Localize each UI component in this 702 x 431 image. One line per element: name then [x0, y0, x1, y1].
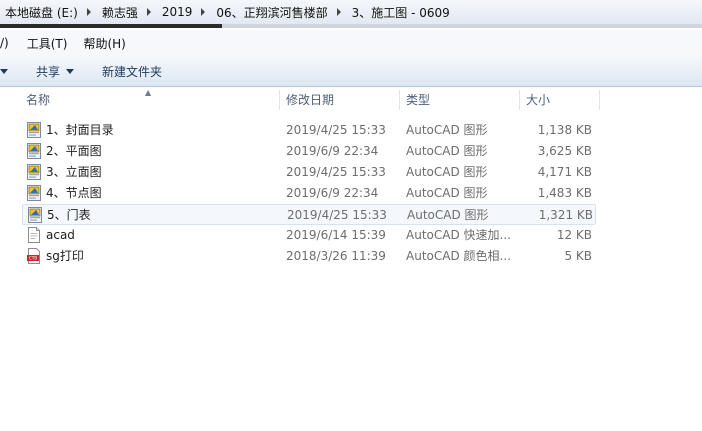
breadcrumb-current[interactable]: 3、施工图 - 0609 — [347, 4, 453, 21]
breadcrumb-separator-icon[interactable] — [336, 8, 341, 16]
file-row[interactable]: 3、立面图 2019/4/25 15:33 AutoCAD 图形 4,171 K… — [22, 162, 596, 183]
file-size: 5 KB — [564, 249, 592, 263]
chevron-down-icon — [66, 68, 75, 74]
file-modified: 2019/6/14 15:39 — [286, 228, 386, 242]
file-type: AutoCAD 图形 — [406, 165, 488, 179]
file-row[interactable]: acad 2019/6/14 15:39 AutoCAD 快速加... 12 K… — [22, 225, 596, 246]
file-row[interactable]: CTB sg打印 2018/3/26 11:39 AutoCAD 颜色相... … — [22, 246, 596, 267]
address-bar-divider — [222, 24, 702, 28]
file-name: 5、门表 — [47, 208, 91, 222]
file-type: AutoCAD 图形 — [406, 144, 488, 158]
file-type: AutoCAD 快速加... — [406, 228, 511, 242]
menu-item-tools[interactable]: 工具(T) — [21, 35, 74, 52]
dwg-file-icon — [27, 143, 41, 159]
dwg-file-icon — [28, 207, 42, 223]
column-header-name[interactable]: 名称 — [20, 88, 280, 112]
dwg-file-icon — [27, 122, 41, 138]
command-bar: 共享 新建文件夹 — [0, 56, 702, 87]
file-modified: 2019/6/9 22:34 — [286, 144, 379, 158]
file-row-selected[interactable]: 5、门表 2019/4/25 15:33 AutoCAD 图形 1,321 KB — [22, 204, 596, 225]
breadcrumb-separator-icon[interactable] — [201, 8, 206, 16]
file-row[interactable]: 2、平面图 2019/6/9 22:34 AutoCAD 图形 3,625 KB — [22, 141, 596, 162]
file-name: 2、平面图 — [46, 144, 102, 158]
file-name: 3、立面图 — [46, 165, 102, 179]
file-modified: 2019/4/25 15:33 — [286, 165, 386, 179]
menu-bar: /) 工具(T) 帮助(H) — [0, 30, 702, 57]
breadcrumb-year[interactable]: 2019 — [157, 5, 196, 19]
file-size: 1,321 KB — [538, 208, 593, 222]
address-bar-shadow — [0, 24, 222, 28]
file-row[interactable]: 1、封面目录 2019/4/25 15:33 AutoCAD 图形 1,138 … — [22, 120, 596, 141]
ctb-file-icon: CTB — [27, 248, 40, 264]
breadcrumb-user[interactable]: 赖志强 — [97, 4, 141, 21]
column-header-size[interactable]: 大小 — [520, 88, 600, 112]
file-name: 1、封面目录 — [46, 123, 114, 137]
file-modified: 2019/4/25 15:33 — [286, 123, 386, 137]
file-size: 12 KB — [556, 228, 592, 242]
file-type: AutoCAD 图形 — [407, 208, 489, 222]
address-bar[interactable]: 本地磁盘 (E:) 赖志强 2019 06、正翔滨河售楼部 3、施工图 - 06… — [0, 0, 702, 25]
file-name: acad — [46, 228, 75, 242]
organize-dropdown-icon[interactable] — [0, 68, 8, 74]
file-modified: 2019/4/25 15:33 — [287, 208, 387, 222]
file-size: 1,483 KB — [537, 186, 592, 200]
file-type: AutoCAD 图形 — [406, 123, 488, 137]
dwg-file-icon — [27, 185, 41, 201]
text-file-icon — [28, 227, 40, 243]
file-type: AutoCAD 图形 — [406, 186, 488, 200]
column-header-type[interactable]: 类型 — [400, 88, 520, 112]
column-headers: ▲ 名称 修改日期 类型 大小 — [0, 88, 702, 112]
share-button[interactable]: 共享 — [26, 63, 84, 80]
svg-text:CTB: CTB — [29, 256, 37, 261]
file-name: 4、节点图 — [46, 186, 102, 200]
file-type: AutoCAD 颜色相... — [406, 249, 511, 263]
file-size: 4,171 KB — [537, 165, 592, 179]
breadcrumb-separator-icon[interactable] — [86, 8, 91, 16]
menu-item-help[interactable]: 帮助(H) — [77, 35, 131, 52]
column-header-modified[interactable]: 修改日期 — [280, 88, 400, 112]
new-folder-button[interactable]: 新建文件夹 — [92, 63, 172, 80]
file-size: 3,625 KB — [537, 144, 592, 158]
breadcrumb-project[interactable]: 06、正翔滨河售楼部 — [211, 4, 330, 21]
column-divider[interactable] — [599, 90, 600, 110]
file-modified: 2018/3/26 11:39 — [286, 249, 386, 263]
file-size: 1,138 KB — [537, 123, 592, 137]
file-modified: 2019/6/9 22:34 — [286, 186, 379, 200]
menu-item-partial[interactable]: /) — [0, 36, 15, 50]
file-row[interactable]: 4、节点图 2019/6/9 22:34 AutoCAD 图形 1,483 KB — [22, 183, 596, 204]
dwg-file-icon — [27, 164, 41, 180]
share-label: 共享 — [36, 64, 61, 79]
breadcrumb-separator-icon[interactable] — [146, 8, 151, 16]
file-name: sg打印 — [46, 249, 84, 263]
breadcrumb-drive[interactable]: 本地磁盘 (E:) — [0, 4, 81, 21]
